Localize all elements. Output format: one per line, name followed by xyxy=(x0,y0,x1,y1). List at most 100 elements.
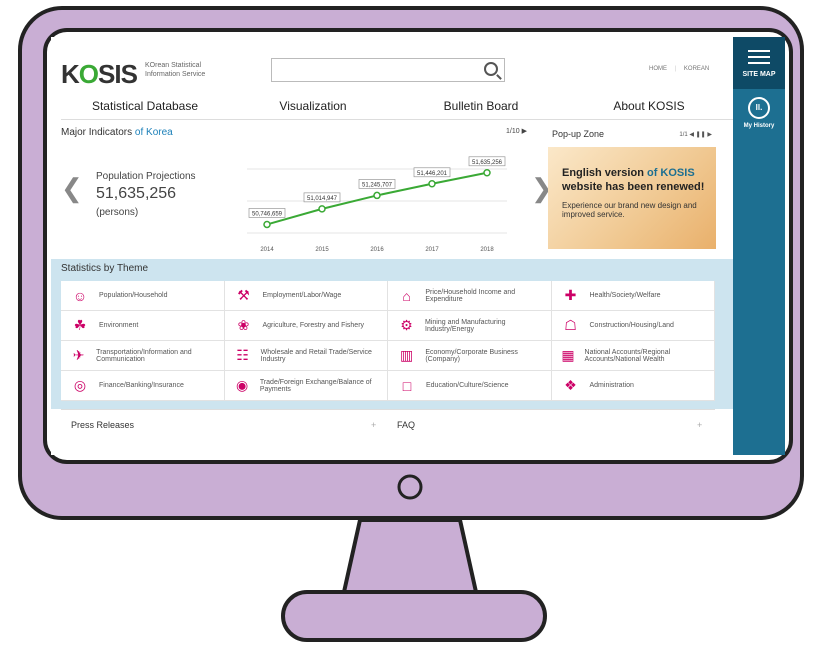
nav-statistical-database[interactable]: Statistical Database xyxy=(61,93,229,119)
coin-icon: ◉ xyxy=(236,377,249,393)
x-tick-label: 2015 xyxy=(315,247,329,253)
leaf-icon: ☘ xyxy=(73,317,87,333)
right-sidebar: SITE MAP Il. My History xyxy=(733,37,785,455)
theme-item-label: Population/Household xyxy=(99,292,168,299)
data-point xyxy=(428,180,436,188)
data-label: 51,446,201 xyxy=(417,171,448,177)
book-icon: □ xyxy=(402,377,412,394)
logo-subtitle-line2: Information Service xyxy=(145,71,206,78)
theme-item-label: Construction/Housing/Land xyxy=(589,322,674,329)
theme-item[interactable]: ◉ Trade/Foreign Exchange/Balance of Payme… xyxy=(224,371,388,401)
my-history-label: My History xyxy=(743,123,775,129)
data-label: 51,245,707 xyxy=(362,182,393,188)
theme-item[interactable]: ▥ Economy/Corporate Business (Company) xyxy=(388,341,552,371)
data-point xyxy=(373,191,381,200)
logo-subtitle-line1: KOrean Statistical xyxy=(145,62,202,69)
shop-icon: ☷ xyxy=(236,347,249,363)
people-icon: ☺ xyxy=(72,287,88,304)
theme-item-label: Education/Culture/Science xyxy=(426,382,509,389)
main-nav: Statistical Database Visualization Bulle… xyxy=(61,93,733,120)
theme-item[interactable]: ✈ Transportation/Information and Communic… xyxy=(61,341,225,371)
banner-line1-a: English version xyxy=(562,167,644,179)
theme-item[interactable]: ☖ Construction/Housing/Land xyxy=(551,311,715,341)
popup-zone: Pop-up Zone 1/1 ◀ ❚❚ ▶ English version o… xyxy=(548,125,716,255)
theme-title: Statistics by Theme xyxy=(61,263,149,274)
theme-item-label: National Accounts/Regional Accounts/Nati… xyxy=(584,348,671,363)
data-label: 51,014,947 xyxy=(307,196,338,202)
plant-icon: ❀ xyxy=(237,317,250,333)
theme-item[interactable]: ◎ Finance/Banking/Insurance xyxy=(61,371,225,401)
theme-item[interactable]: ❖ Administration xyxy=(551,371,715,401)
theme-item-label: Environment xyxy=(99,322,139,329)
piggybank-icon: ◎ xyxy=(73,377,87,393)
faq-more-icon[interactable]: + xyxy=(697,420,702,430)
search-input[interactable] xyxy=(271,58,505,82)
site-map-button[interactable]: SITE MAP xyxy=(733,37,785,89)
theme-item[interactable]: ☷ Wholesale and Retail Trade/Service Indu… xyxy=(224,341,388,371)
theme-item[interactable]: □ Education/Culture/Science xyxy=(388,371,552,401)
data-label: 51,635,256 xyxy=(472,160,503,166)
x-tick-label: 2014 xyxy=(260,247,274,253)
theme-item-label: Economy/Corporate Business (Company) xyxy=(425,348,518,363)
admin-icon: ❖ xyxy=(564,377,577,393)
theme-item-label: Administration xyxy=(589,382,634,389)
faq-title[interactable]: FAQ xyxy=(397,420,415,430)
theme-item-label: Finance/Banking/Insurance xyxy=(99,382,184,389)
popup-page: 1/1 xyxy=(679,132,688,138)
theme-item-label: Employment/Labor/Wage xyxy=(262,292,342,299)
banner-line1: English version of KOSIS xyxy=(562,167,695,179)
indicators-pager[interactable]: 1/10 ▶ xyxy=(506,127,527,135)
korean-link[interactable]: KOREAN xyxy=(684,66,709,72)
menu-icon xyxy=(748,50,770,52)
car-icon: ✈ xyxy=(72,347,85,363)
data-point xyxy=(263,220,271,229)
press-releases-title[interactable]: Press Releases xyxy=(71,420,134,430)
theme-item[interactable]: ☘ Environment xyxy=(61,311,225,341)
x-tick-label: 2018 xyxy=(480,247,494,253)
site-map-label: SITE MAP xyxy=(742,71,776,78)
theme-grid: ☺ Population/Household ⚒ Employment/Labor/W… xyxy=(61,281,715,401)
x-tick-label: 2017 xyxy=(425,247,439,253)
theme-item[interactable]: ⌂ Price/Household Income and Expenditure xyxy=(388,281,552,311)
popup-pager[interactable]: 1/1 ◀ ❚❚ ▶ xyxy=(679,131,712,138)
worker-icon: ⚒ xyxy=(237,287,250,303)
home-link[interactable]: HOME xyxy=(649,66,667,72)
prev-arrow-icon[interactable]: ❮ xyxy=(61,173,83,204)
top-links: HOME | KOREAN xyxy=(649,66,710,72)
theme-item[interactable]: ⚙ Mining and Manufacturing Industry/Energ… xyxy=(388,311,552,341)
nav-about-kosis[interactable]: About KOSIS xyxy=(565,93,733,119)
menu-icon-line xyxy=(748,62,770,64)
kosis-logo[interactable]: KOSIS xyxy=(61,59,138,90)
logo-subtitle: KOrean Statistical Information Service xyxy=(145,61,205,79)
building-icon: ▥ xyxy=(400,347,414,363)
indicators-title: Major Indicators of Korea xyxy=(61,127,173,138)
theme-item[interactable]: ❀ Agriculture, Forestry and Fishery xyxy=(224,311,388,341)
indicator-name: Population Projections xyxy=(96,171,196,182)
theme-item[interactable]: ⚒ Employment/Labor/Wage xyxy=(224,281,388,311)
search-icon[interactable] xyxy=(484,62,498,76)
my-history-button[interactable]: Il. My History xyxy=(733,97,785,129)
popup-banner[interactable]: English version of KOSIS website has bee… xyxy=(548,147,716,249)
statistics-by-theme: Statistics by Theme ☺ Population/Househol… xyxy=(51,259,733,409)
banner-line1-b: of KOSIS xyxy=(646,167,695,179)
press-more-icon[interactable]: + xyxy=(371,420,376,430)
theme-item-label: Trade/Foreign Exchange/Balance of Paymen… xyxy=(259,378,372,393)
indicator-value: 51,635,256 xyxy=(96,185,177,202)
major-indicators: Major Indicators of Korea 1/10 ▶ ❮ ❯ Pop… xyxy=(51,121,553,259)
popup-title: Pop-up Zone xyxy=(552,129,605,139)
theme-item[interactable]: ☺ Population/Household xyxy=(61,281,225,311)
screen: KOSIS KOrean Statistical Information Ser… xyxy=(51,37,785,455)
banner-line2: website has been renewed! xyxy=(562,181,705,193)
theme-item[interactable]: ▦ National Accounts/Regional Accounts/Nat… xyxy=(551,341,715,371)
data-label: 50,746,659 xyxy=(252,211,283,217)
theme-item-label: Price/Household Income and Expenditure xyxy=(425,288,516,303)
indicators-title-highlight: of Korea xyxy=(134,127,173,138)
menu-icon-line xyxy=(748,56,770,58)
population-chart: 50,746,659 2014 51,014,947 2015 51,245,707 20… xyxy=(247,156,507,253)
nav-visualization[interactable]: Visualization xyxy=(229,93,397,119)
theme-item[interactable]: ✚ Health/Society/Welfare xyxy=(551,281,715,311)
nav-bulletin-board[interactable]: Bulletin Board xyxy=(397,93,565,119)
theme-item-label: Mining and Manufacturing Industry/Energy xyxy=(425,318,506,333)
basket-icon: ⌂ xyxy=(402,287,411,304)
x-tick-label: 2016 xyxy=(370,247,384,253)
